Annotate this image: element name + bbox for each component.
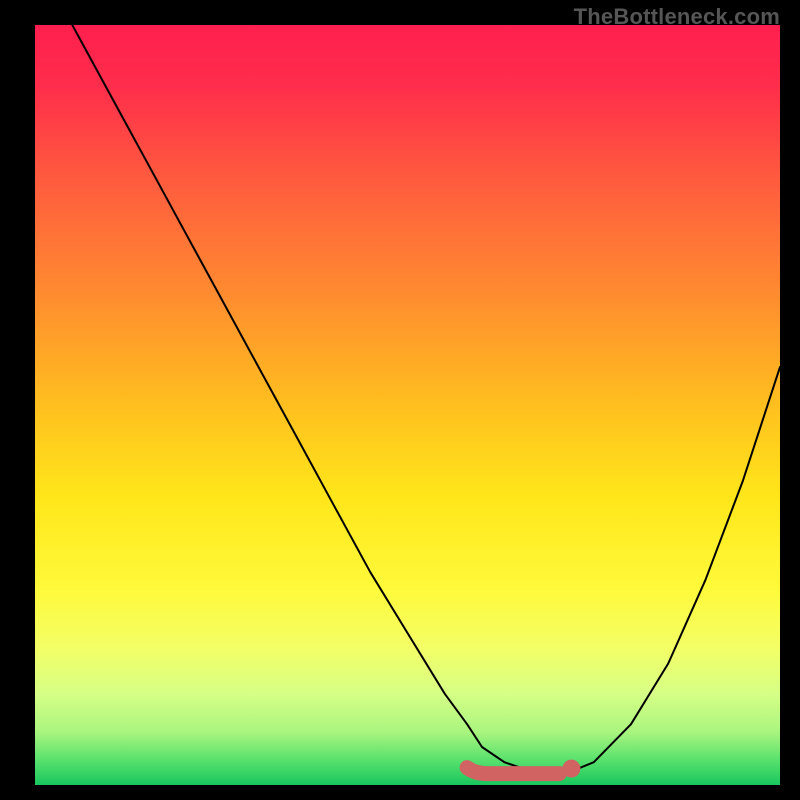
gradient-background [35, 25, 780, 785]
chart-frame: TheBottleneck.com [0, 0, 800, 800]
plot-area [35, 25, 780, 785]
optimal-zone-marker [467, 768, 559, 774]
chart-svg [35, 25, 780, 785]
optimal-point-dot [562, 760, 580, 778]
